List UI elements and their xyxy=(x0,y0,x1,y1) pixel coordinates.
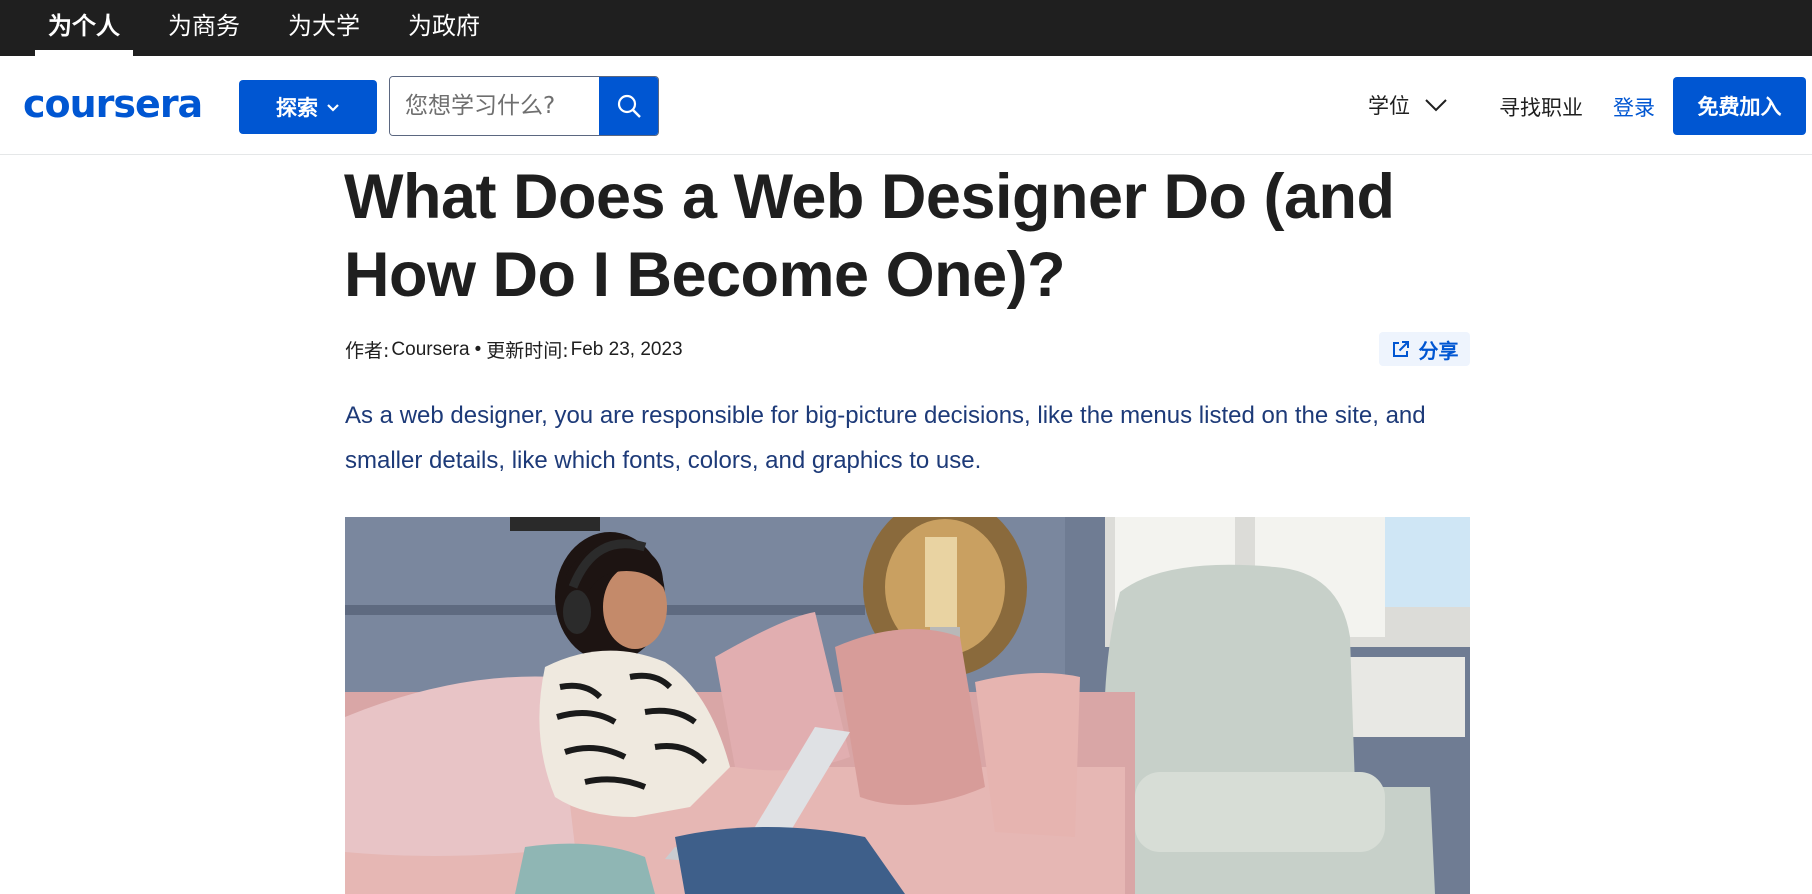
author-prefix: 作者: xyxy=(345,340,390,362)
share-label: 分享 xyxy=(1418,338,1459,363)
updated-date: Feb 23, 2023 xyxy=(570,338,683,360)
share-button[interactable]: 分享 xyxy=(1379,332,1470,366)
degrees-label: 学位 xyxy=(1368,94,1410,118)
explore-label: 探索 xyxy=(276,96,318,120)
author-name: Coursera xyxy=(391,338,470,360)
audience-bar: 为个人 为商务 为大学 为政府 xyxy=(0,0,1812,56)
share-icon xyxy=(1392,341,1409,357)
article-lede: As a web designer, you are responsible f… xyxy=(345,402,1426,474)
chevron-down-icon xyxy=(327,104,339,112)
audience-tab-individuals[interactable]: 为个人 xyxy=(35,0,133,56)
audience-tab-business[interactable]: 为商务 xyxy=(155,0,253,56)
chevron-down-icon xyxy=(1425,99,1447,112)
search-input[interactable] xyxy=(390,77,599,135)
find-career-link[interactable]: 寻找职业 xyxy=(1499,92,1583,122)
article-meta: 作者: Coursera • 更新时间: Feb 23, 2023 xyxy=(345,336,683,363)
explore-button[interactable]: 探索 xyxy=(239,80,377,134)
login-link[interactable]: 登录 xyxy=(1613,92,1655,122)
article-title: What Does a Web Designer Do (and How Do … xyxy=(344,162,1395,310)
meta-separator: • xyxy=(474,338,482,360)
coursera-logo[interactable]: coursera xyxy=(23,82,203,126)
search-box xyxy=(389,76,659,136)
hero-image xyxy=(345,517,1470,894)
search-button[interactable] xyxy=(599,77,658,135)
audience-tab-universities[interactable]: 为大学 xyxy=(275,0,373,56)
site-header: coursera 探索 学位 寻找职业 登录 免费加入 xyxy=(0,56,1812,155)
degrees-menu[interactable]: 学位 xyxy=(1368,90,1448,120)
updated-prefix: 更新时间: xyxy=(486,340,569,362)
search-icon xyxy=(617,94,641,118)
join-for-free-button[interactable]: 免费加入 xyxy=(1673,77,1806,135)
audience-tab-government[interactable]: 为政府 xyxy=(395,0,493,56)
